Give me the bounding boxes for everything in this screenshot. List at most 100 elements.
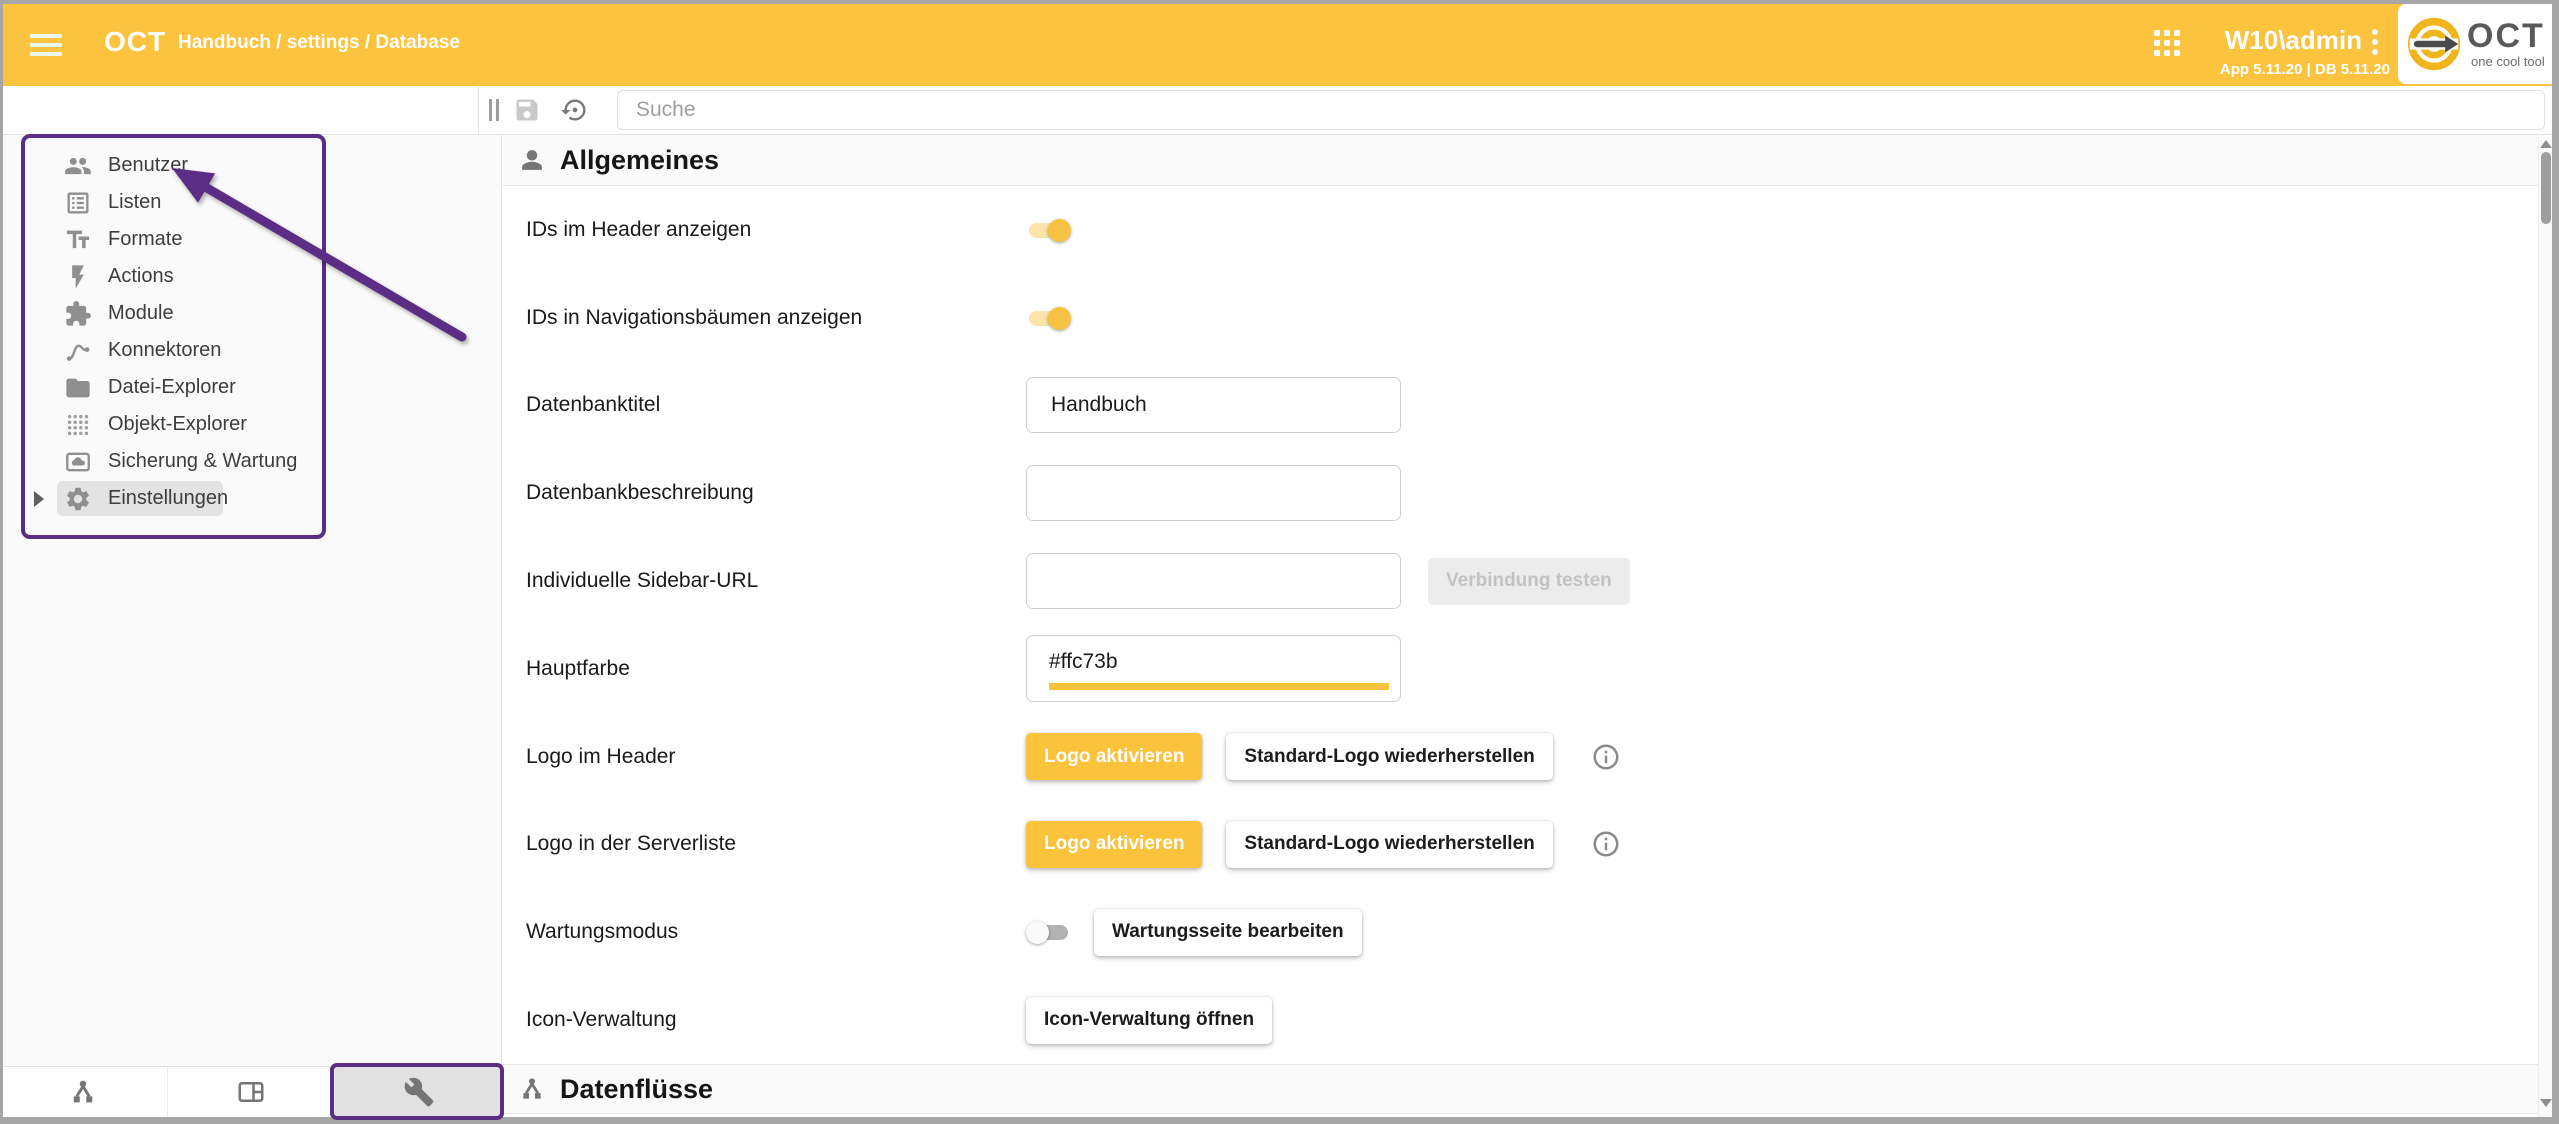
sidebar-item-listen[interactable]: Listen xyxy=(0,184,501,221)
scroll-down-icon[interactable] xyxy=(2540,1099,2552,1107)
folder-icon xyxy=(64,374,92,402)
sidebar-tab-bar xyxy=(0,1066,502,1117)
setting-row-wartungsmodus: Wartungsmodus Wartungsseite bearbeiten xyxy=(503,888,2538,976)
info-icon[interactable] xyxy=(1591,742,1621,772)
hauptfarbe-input[interactable] xyxy=(1027,636,1400,678)
setting-label: Logo in der Serverliste xyxy=(503,832,1026,856)
setting-label: Datenbanktitel xyxy=(503,393,1026,417)
sidebar-item-konnektoren[interactable]: Konnektoren xyxy=(0,332,501,369)
user-menu[interactable]: W10\admin xyxy=(2150,25,2362,56)
tab-panels[interactable] xyxy=(168,1067,336,1117)
setting-label: Hauptfarbe xyxy=(503,657,1026,681)
setting-label: Icon-Verwaltung xyxy=(503,1008,1026,1032)
wartungsseite-bearbeiten-button[interactable]: Wartungsseite bearbeiten xyxy=(1094,909,1362,956)
navigation-tree: Benutzer Listen Formate Actions Module K… xyxy=(0,135,501,517)
logo-aktivieren-button[interactable]: Logo aktivieren xyxy=(1026,821,1202,868)
grid-dots-icon xyxy=(64,411,92,439)
sidebar-item-datei-explorer[interactable]: Datei-Explorer xyxy=(0,369,501,406)
scrollbar-thumb[interactable] xyxy=(2541,152,2551,224)
setting-row-sidebar-url: Individuelle Sidebar-URL Verbindung test… xyxy=(503,537,2538,625)
toggle-ids-header[interactable] xyxy=(1026,218,1071,242)
version-info: App 5.11.20 | DB 5.11.20 xyxy=(2060,61,2390,78)
sidebar-item-formate[interactable]: Formate xyxy=(0,221,501,258)
icon-verwaltung-oeffnen-button[interactable]: Icon-Verwaltung öffnen xyxy=(1026,997,1272,1044)
settings-pane: Allgemeines IDs im Header anzeigen IDs i… xyxy=(503,135,2538,1117)
sidebar-item-label: Formate xyxy=(108,228,182,251)
sidebar-item-objekt-explorer[interactable]: Objekt-Explorer xyxy=(0,406,501,443)
vertical-scrollbar[interactable] xyxy=(2538,137,2552,1117)
sidebar-item-sicherung-wartung[interactable]: Sicherung & Wartung xyxy=(0,443,501,480)
history-restore-icon[interactable] xyxy=(561,96,589,124)
standard-logo-wiederherstellen-button[interactable]: Standard-Logo wiederherstellen xyxy=(1226,821,1552,868)
toolbar-divider xyxy=(478,86,479,134)
logo-aktivieren-button[interactable]: Logo aktivieren xyxy=(1026,733,1202,780)
connector-icon xyxy=(64,337,92,365)
window-frame xyxy=(0,1117,2559,1124)
sidebar: Benutzer Listen Formate Actions Module K… xyxy=(0,135,502,1066)
app-title: OCT xyxy=(104,26,166,58)
sidebar-url-input[interactable] xyxy=(1026,553,1401,609)
setting-row-logo-header: Logo im Header Logo aktivieren Standard-… xyxy=(503,713,2538,801)
setting-row-logo-serverliste: Logo in der Serverliste Logo aktivieren … xyxy=(503,801,2538,889)
section-title: Datenflüsse xyxy=(560,1074,713,1105)
logo-title: OCT xyxy=(2467,19,2545,53)
tree-expander-icon[interactable] xyxy=(34,491,44,507)
backup-icon xyxy=(64,448,92,476)
sidebar-item-einstellungen[interactable]: Einstellungen xyxy=(0,480,501,517)
save-icon[interactable] xyxy=(513,96,541,124)
color-swatch-bar xyxy=(1049,683,1389,690)
list-icon xyxy=(64,189,92,217)
window-frame xyxy=(2552,0,2559,1124)
sidebar-item-label: Actions xyxy=(108,265,174,288)
app-header: OCT Handbuch / settings / Database W10\a… xyxy=(0,0,2559,86)
person-icon xyxy=(518,146,546,174)
info-icon[interactable] xyxy=(1591,829,1621,859)
app-window: OCT Handbuch / settings / Database W10\a… xyxy=(0,0,2559,1124)
setting-label: Logo im Header xyxy=(503,745,1026,769)
puzzle-icon xyxy=(64,300,92,328)
bolt-icon xyxy=(64,263,92,291)
wrench-icon xyxy=(404,1077,434,1107)
flow-icon xyxy=(518,1075,546,1103)
standard-logo-wiederherstellen-button[interactable]: Standard-Logo wiederherstellen xyxy=(1226,733,1552,780)
setting-row-ids-navtree: IDs in Navigationsbäumen anzeigen xyxy=(503,274,2538,362)
brand-logo: OCT one cool tool xyxy=(2398,4,2552,84)
hamburger-menu-icon[interactable] xyxy=(30,34,62,61)
sidebar-item-actions[interactable]: Actions xyxy=(0,258,501,295)
verbindung-testen-button[interactable]: Verbindung testen xyxy=(1428,558,1630,605)
sidebar-item-label: Datei-Explorer xyxy=(108,376,236,399)
sidebar-item-label: Objekt-Explorer xyxy=(108,413,247,436)
toggle-ids-navtree[interactable] xyxy=(1026,306,1071,330)
datenbanktitel-input[interactable] xyxy=(1026,377,1401,433)
panel-icon xyxy=(236,1077,266,1107)
tab-settings[interactable] xyxy=(335,1067,502,1117)
sidebar-item-label: Konnektoren xyxy=(108,339,221,362)
sidebar-item-benutzer[interactable]: Benutzer xyxy=(0,147,501,184)
flow-icon xyxy=(68,1077,98,1107)
hauptfarbe-field[interactable] xyxy=(1026,635,1401,702)
kebab-menu-icon[interactable] xyxy=(2372,29,2378,59)
section-title: Allgemeines xyxy=(560,145,719,176)
section-header-datenfluesse: Datenflüsse xyxy=(503,1064,2538,1114)
sidebar-item-label: Module xyxy=(108,302,174,325)
datenbankbeschreibung-input[interactable] xyxy=(1026,465,1401,521)
toolbar xyxy=(0,86,2559,135)
breadcrumb: Handbuch / settings / Database xyxy=(178,32,460,54)
sidebar-item-module[interactable]: Module xyxy=(0,295,501,332)
setting-label: IDs im Header anzeigen xyxy=(503,218,1026,242)
toggle-wartungsmodus[interactable] xyxy=(1026,920,1071,944)
logo-subtitle: one cool tool xyxy=(2471,54,2545,69)
drag-handle[interactable] xyxy=(489,99,499,121)
setting-row-icon-verwaltung: Icon-Verwaltung Icon-Verwaltung öffnen xyxy=(503,976,2538,1064)
scroll-up-icon[interactable] xyxy=(2540,140,2552,148)
sidebar-item-label: Sicherung & Wartung xyxy=(108,450,297,473)
setting-row-datenbanktitel: Datenbanktitel xyxy=(503,362,2538,450)
settings-rows: IDs im Header anzeigen IDs in Navigation… xyxy=(503,186,2538,1064)
users-icon xyxy=(64,152,92,180)
tab-dataflows[interactable] xyxy=(0,1067,168,1117)
sidebar-item-label: Benutzer xyxy=(108,154,188,177)
oct-logo-icon xyxy=(2406,16,2462,72)
search-input[interactable] xyxy=(617,90,2545,130)
text-format-icon xyxy=(64,226,92,254)
setting-row-datenbankbeschreibung: Datenbankbeschreibung xyxy=(503,449,2538,537)
